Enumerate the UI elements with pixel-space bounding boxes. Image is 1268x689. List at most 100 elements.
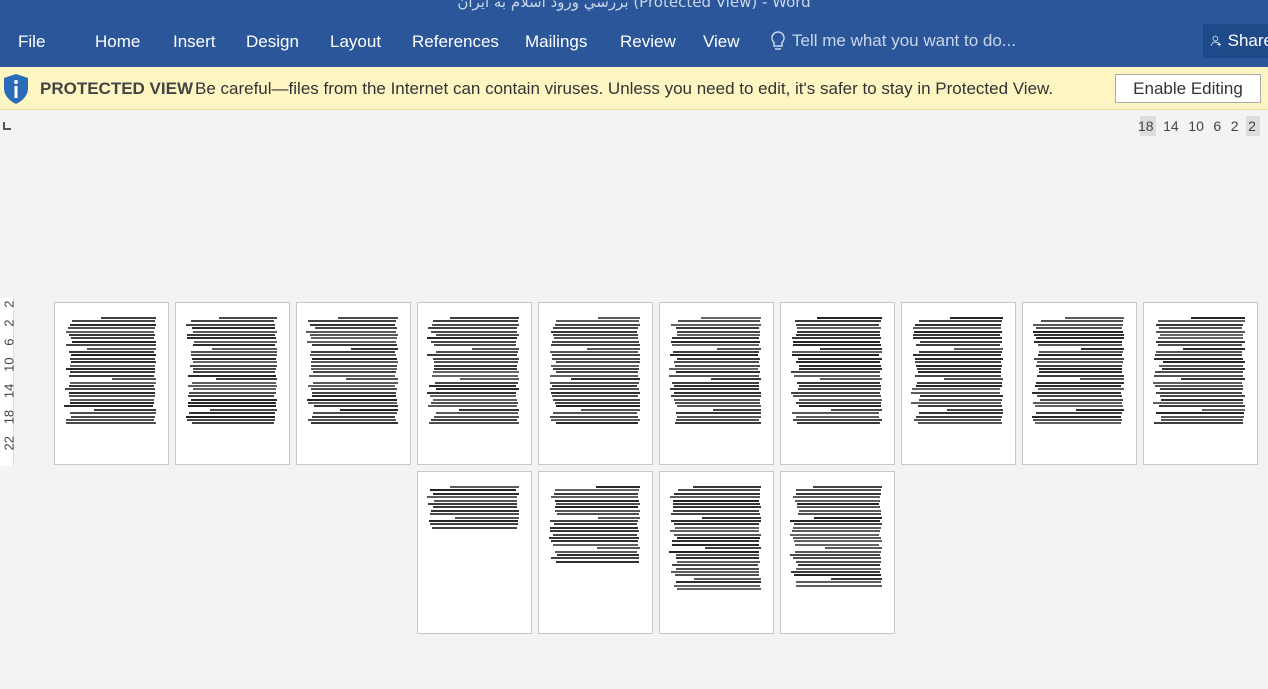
page-thumbnail[interactable]	[296, 302, 411, 465]
text-line	[310, 422, 398, 425]
ruler-number: 6	[1, 338, 17, 346]
page-thumbnail[interactable]	[538, 471, 653, 634]
page-thumbnail[interactable]	[780, 471, 895, 634]
text-line	[913, 419, 1002, 421]
ruler-number: 2	[1, 319, 17, 327]
text-line	[701, 516, 761, 519]
page-thumbnail[interactable]	[780, 302, 895, 465]
text-line	[70, 381, 156, 384]
share-button[interactable]: Share	[1203, 24, 1268, 58]
page-thumbnail[interactable]	[901, 302, 1016, 465]
text-line	[72, 340, 156, 343]
text-line	[916, 385, 1002, 387]
text-line	[676, 357, 761, 360]
text-line	[426, 391, 517, 394]
text-line	[1158, 405, 1245, 408]
page-thumbnail[interactable]	[417, 302, 532, 465]
text-line	[796, 402, 882, 404]
tell-me-search[interactable]: Tell me what you want to do...	[770, 30, 1016, 52]
text-line	[191, 327, 275, 330]
text-line	[913, 354, 1001, 357]
text-line	[553, 533, 638, 536]
tab-file[interactable]: File	[18, 32, 45, 52]
page-thumbnail[interactable]	[659, 471, 774, 634]
text-line	[551, 540, 638, 543]
text-line	[65, 344, 156, 347]
text-line	[434, 361, 518, 364]
page-thumbnail[interactable]	[417, 471, 532, 634]
text-line	[954, 347, 1003, 350]
text-line	[830, 577, 882, 580]
tab-view[interactable]: View	[703, 32, 740, 52]
text-line	[1180, 378, 1245, 381]
text-line	[552, 398, 640, 401]
page-thumbnail[interactable]	[538, 302, 653, 465]
text-line	[571, 378, 640, 381]
text-line	[1032, 330, 1123, 333]
text-line	[671, 344, 759, 347]
text-line	[670, 496, 760, 499]
vertical-ruler[interactable]: 22 18 14 10 6 2 2	[0, 298, 17, 466]
text-line	[796, 323, 880, 326]
text-line	[791, 354, 880, 357]
tab-design[interactable]: Design	[246, 32, 299, 52]
text-line	[1036, 364, 1123, 367]
page-thumbnail[interactable]	[1143, 302, 1258, 465]
text-line	[793, 340, 880, 343]
tab-layout[interactable]: Layout	[330, 32, 381, 52]
text-line	[187, 385, 277, 387]
page-thumbnail[interactable]	[1022, 302, 1137, 465]
page-thumbnail[interactable]	[659, 302, 774, 465]
text-line	[813, 516, 882, 519]
tab-review[interactable]: Review	[620, 32, 676, 52]
text-line	[677, 588, 761, 590]
text-line	[551, 557, 639, 560]
text-line	[793, 344, 881, 347]
text-line	[69, 357, 156, 360]
text-line	[312, 357, 397, 360]
text-line	[1033, 323, 1123, 326]
enable-editing-button[interactable]: Enable Editing	[1115, 74, 1261, 103]
text-line	[916, 415, 1003, 418]
text-line	[186, 323, 276, 326]
text-line	[672, 506, 761, 509]
text-line	[193, 340, 277, 343]
horizontal-ruler[interactable]: 18 14 10 6 2 2	[1138, 116, 1260, 136]
text-line	[426, 354, 517, 357]
text-line	[1039, 371, 1123, 374]
text-line	[1035, 385, 1122, 387]
text-line	[944, 378, 1003, 381]
tab-stop-selector[interactable]	[3, 122, 11, 130]
text-line	[1159, 395, 1245, 398]
text-line	[69, 398, 154, 401]
text-line	[553, 327, 638, 330]
text-line	[674, 398, 760, 401]
text-line	[554, 489, 639, 492]
text-line	[677, 537, 761, 539]
text-line	[794, 523, 882, 526]
text-line	[188, 402, 276, 404]
text-line	[551, 395, 639, 398]
tell-me-text: Tell me what you want to do...	[792, 31, 1016, 50]
text-line	[66, 422, 156, 425]
page-thumbnail[interactable]	[54, 302, 169, 465]
text-line	[192, 368, 276, 370]
text-line	[795, 543, 880, 546]
text-line	[307, 419, 396, 421]
page-thumbnail[interactable]	[175, 302, 290, 465]
text-line	[676, 567, 759, 570]
tab-references[interactable]: References	[412, 32, 499, 52]
text-line	[219, 317, 277, 319]
text-line	[188, 374, 276, 377]
tab-insert[interactable]: Insert	[173, 32, 216, 52]
text-line	[430, 340, 517, 343]
text-line	[549, 388, 639, 391]
text-line	[793, 496, 881, 499]
text-line	[1034, 357, 1124, 360]
text-line	[435, 351, 518, 353]
text-line	[793, 540, 882, 543]
text-line	[710, 378, 761, 381]
text-line	[812, 486, 882, 488]
tab-home[interactable]: Home	[95, 32, 140, 52]
tab-mailings[interactable]: Mailings	[525, 32, 587, 52]
